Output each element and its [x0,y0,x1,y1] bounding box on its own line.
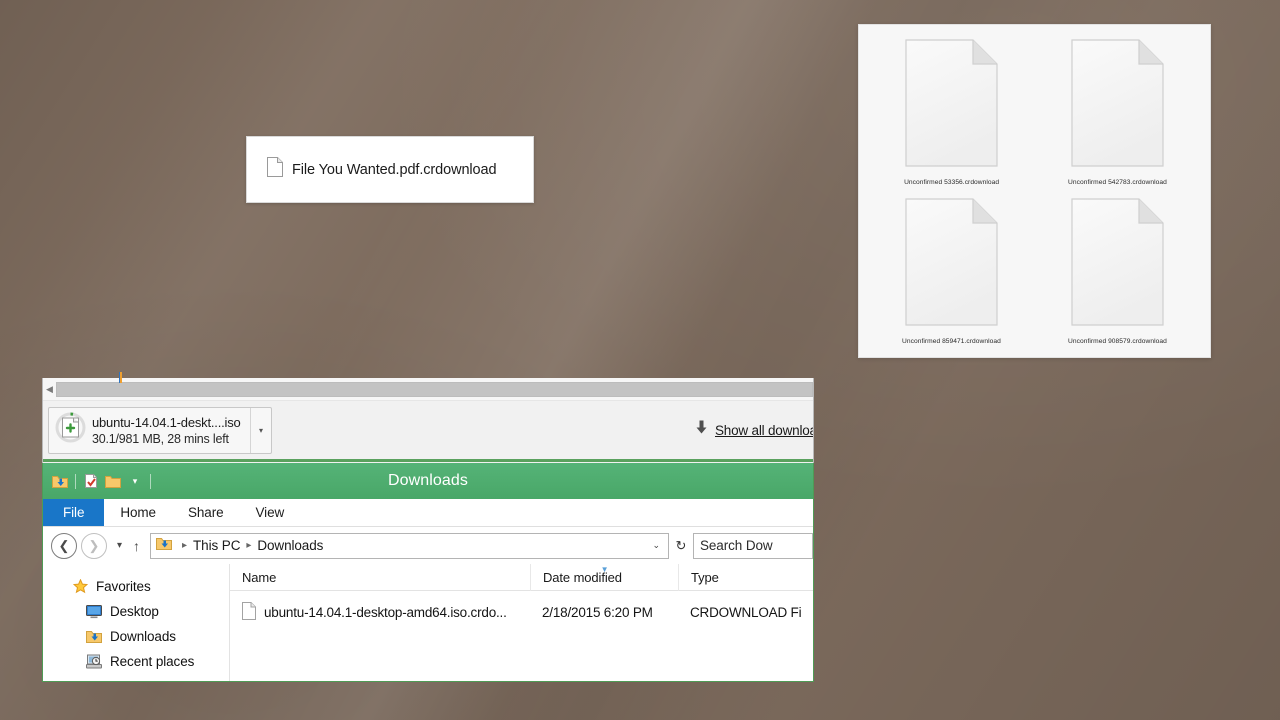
thumbnail-panel: Unconfirmed 53356.crdownload Unconfirmed… [858,24,1211,358]
desktop-background: File You Wanted.pdf.crdownload Unconfirm… [0,0,1280,720]
thumbnail-label: Unconfirmed 542783.crdownload [1067,178,1167,187]
file-list: Name ▼ Date modified Type ubuntu-14.04.1… [229,563,813,681]
document-icon [905,198,998,331]
sidebar-item-favorites[interactable]: Favorites [43,574,229,599]
column-headers: Name ▼ Date modified Type [230,563,813,591]
sidebar-item-label: Downloads [110,629,176,644]
scroll-left-icon[interactable]: ◀ [43,382,56,397]
explorer-titlebar: ▾ Downloads [43,463,813,499]
column-header-name[interactable]: Name [230,564,530,591]
download-shelf: ubuntu-14.04.1-deskt....iso 30.1/981 MB,… [43,401,813,462]
thumbnail-label: Unconfirmed 908579.crdownload [1067,337,1167,346]
column-header-label: Name [242,569,277,585]
explorer-window-title: Downloads [387,472,469,489]
search-input[interactable]: Search Dow [693,532,813,559]
recent-places-icon [85,654,103,670]
sidebar-item-desktop[interactable]: Desktop [43,599,229,624]
scroll-thumb[interactable] [56,381,813,397]
breadcrumb-downloads[interactable]: Downloads [257,538,323,553]
downloads-folder-icon [156,536,172,556]
download-item-text: ubuntu-14.04.1-deskt....iso 30.1/981 MB,… [92,415,241,446]
tab-share[interactable]: Share [172,499,240,526]
sidebar-item-label: Desktop [110,604,159,619]
ribbon-tab-bar: File Home Share View [43,499,813,527]
download-item-menu-caret[interactable]: ▾ [250,407,271,453]
text-caret [119,372,122,383]
sort-ascending-icon: ▼ [600,564,609,574]
sidebar-item-label: Favorites [96,579,151,594]
customize-caret-icon[interactable]: ▾ [124,469,146,493]
breadcrumb-this-pc[interactable]: This PC [193,538,240,553]
sidebar-item-label: Recent places [110,654,195,669]
toolbar-separator [75,473,76,489]
refresh-icon[interactable]: ↻ [669,533,693,559]
breadcrumb-dropdown-caret-icon[interactable]: ⌄ [648,540,664,551]
document-icon [1071,39,1164,172]
column-header-date-modified[interactable]: ▼ Date modified [530,563,678,591]
file-name-cell[interactable]: ubuntu-14.04.1-desktop-amd64.iso.crdo... [230,601,530,623]
breadcrumb-separator: ▸ [246,540,252,551]
forward-button[interactable]: ❯ [81,532,107,559]
thumbnail-item[interactable]: Unconfirmed 908579.crdownload [1035,192,1201,351]
download-status: 30.1/981 MB, 28 mins left [92,431,229,446]
show-all-downloads-label: Show all downloads [715,422,813,438]
breadcrumb[interactable]: ▸ This PC ▸ Downloads ⌄ [150,532,669,559]
new-folder-icon[interactable] [102,469,124,493]
download-arrow-icon [695,420,708,440]
document-icon [1071,198,1164,331]
navigation-pane: Favorites Desktop Downloads Recent place… [43,564,229,681]
browser-window: ◀ ubuntu-14.04.1-deskt....iso 30.1/981 M [42,372,814,463]
downloads-folder-icon [85,629,103,645]
document-icon [905,39,998,172]
download-progress-icon [55,412,86,448]
tab-file[interactable]: File [43,499,105,526]
thumbnail-label: Unconfirmed 859471.crdownload [902,337,1002,346]
explorer-address-bar: ❮ ❯ ▾ ↑ ▸ This PC ▸ Downloads ⌄ ↻ Search… [43,527,813,564]
file-label-card: File You Wanted.pdf.crdownload [246,136,534,203]
sidebar-item-downloads[interactable]: Downloads [43,624,229,649]
tab-home[interactable]: Home [104,499,172,526]
explorer-body: Favorites Desktop Downloads Recent place… [43,563,813,681]
thumbnail-item[interactable]: Unconfirmed 859471.crdownload [869,192,1035,351]
desktop-icon [85,604,103,620]
downloads-folder-icon[interactable] [49,469,71,493]
file-label-text: File You Wanted.pdf.crdownload [292,161,497,178]
properties-icon[interactable] [80,469,102,493]
file-name-text: ubuntu-14.04.1-desktop-amd64.iso.crdo... [264,604,507,620]
back-button[interactable]: ❮ [51,532,77,559]
breadcrumb-separator: ▸ [182,540,188,551]
file-type-cell: CRDOWNLOAD Fi [690,604,802,620]
document-icon [267,157,283,182]
horizontal-scrollbar[interactable]: ◀ [43,372,813,401]
sidebar-item-recent-places[interactable]: Recent places [43,649,229,674]
table-row[interactable]: ubuntu-14.04.1-desktop-amd64.iso.crdo...… [230,599,813,625]
document-icon [242,601,256,623]
toolbar-separator [150,473,151,489]
quick-access-toolbar: ▾ [43,469,155,493]
column-header-type[interactable]: Type [678,563,813,591]
up-button[interactable]: ↑ [128,533,145,559]
tab-view[interactable]: View [240,499,301,526]
star-icon [71,579,89,595]
explorer-window: ▾ Downloads File Home Share View ❮ ❯ ▾ ↑ [42,463,814,682]
download-filename: ubuntu-14.04.1-deskt....iso [92,414,241,430]
thumbnail-label: Unconfirmed 53356.crdownload [904,178,1000,187]
history-dropdown-caret-icon[interactable]: ▾ [111,533,128,559]
download-item[interactable]: ubuntu-14.04.1-deskt....iso 30.1/981 MB,… [48,406,272,454]
thumbnail-item[interactable]: Unconfirmed 53356.crdownload [869,33,1035,192]
search-placeholder: Search Dow [700,538,773,553]
thumbnail-grid: Unconfirmed 53356.crdownload Unconfirmed… [859,25,1210,357]
show-all-downloads-link[interactable]: Show all downloads [695,420,813,440]
column-header-label: Type [691,569,719,585]
column-header-label: Date modified [543,569,622,585]
thumbnail-item[interactable]: Unconfirmed 542783.crdownload [1035,33,1201,192]
file-date-cell: 2/18/2015 6:20 PM [542,604,653,620]
